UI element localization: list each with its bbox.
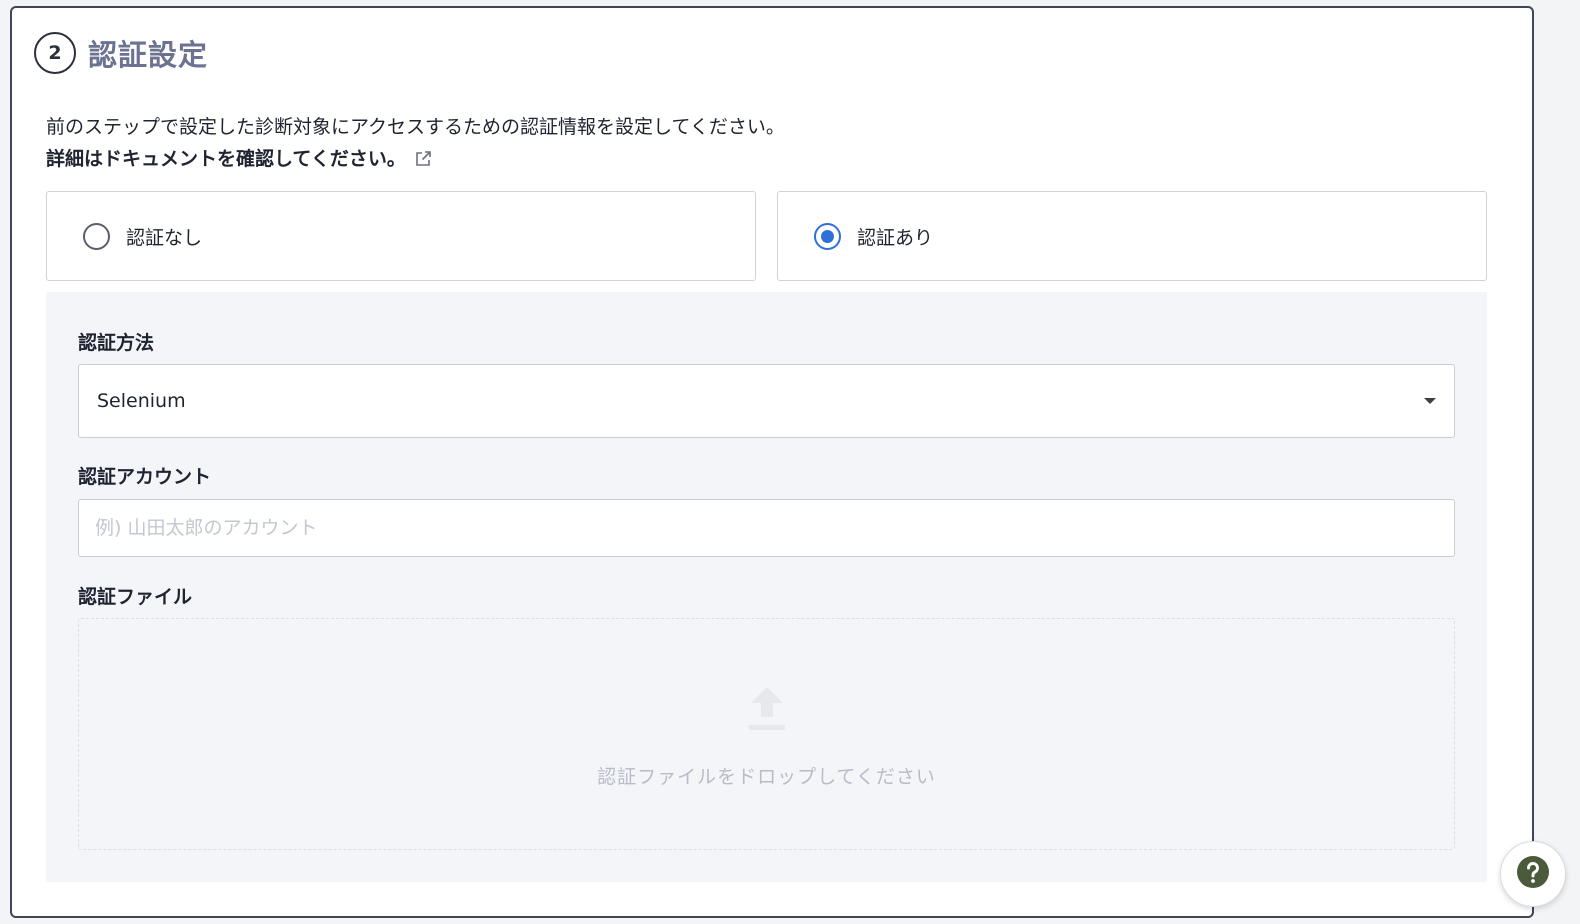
radio-no-auth-label[interactable]: 認証なし [126, 223, 202, 250]
chevron-down-icon[interactable] [1424, 398, 1436, 404]
auth-file-dropzone[interactable]: 認証ファイルをドロップしてください [78, 618, 1455, 850]
help-icon[interactable] [1516, 855, 1550, 893]
step-title: 認証設定 [88, 38, 209, 72]
upload-icon [747, 685, 787, 731]
step-number-badge: 2 [34, 32, 76, 74]
step-header: 2 認証設定 [34, 32, 208, 74]
step-description: 前のステップで設定した診断対象にアクセスするための認証情報を設定してください。 … [46, 111, 785, 175]
documentation-link-text[interactable]: 詳細はドキュメントを確認してください。 [46, 143, 406, 175]
auth-method-selected-value[interactable]: Selenium [97, 390, 186, 412]
auth-method-select[interactable]: Selenium [78, 364, 1455, 438]
auth-settings-card: 2 認証設定 前のステップで設定した診断対象にアクセスするための認証情報を設定し… [10, 6, 1534, 918]
auth-details-panel: 認証方法 Selenium 認証アカウント 認証ファイル 認証ファイルをドロップ… [46, 292, 1487, 882]
auth-file-label: 認証ファイル [78, 586, 193, 608]
auth-account-input[interactable] [78, 499, 1455, 557]
radio-no-auth[interactable] [83, 222, 110, 250]
dropzone-text: 認証ファイルをドロップしてください [597, 766, 936, 788]
auth-method-label: 認証方法 [78, 332, 155, 354]
radio-option-with-auth[interactable]: 認証あり [777, 191, 1487, 281]
description-line: 前のステップで設定した診断対象にアクセスするための認証情報を設定してください。 [46, 116, 785, 138]
external-link-icon[interactable] [414, 150, 432, 168]
help-button[interactable] [1500, 841, 1566, 907]
auth-account-label: 認証アカウント [78, 466, 212, 488]
radio-with-auth-label[interactable]: 認証あり [857, 223, 933, 250]
radio-with-auth[interactable] [814, 222, 841, 250]
documentation-link[interactable]: 詳細はドキュメントを確認してください。 [46, 143, 785, 175]
radio-option-no-auth[interactable]: 認証なし [46, 191, 756, 281]
